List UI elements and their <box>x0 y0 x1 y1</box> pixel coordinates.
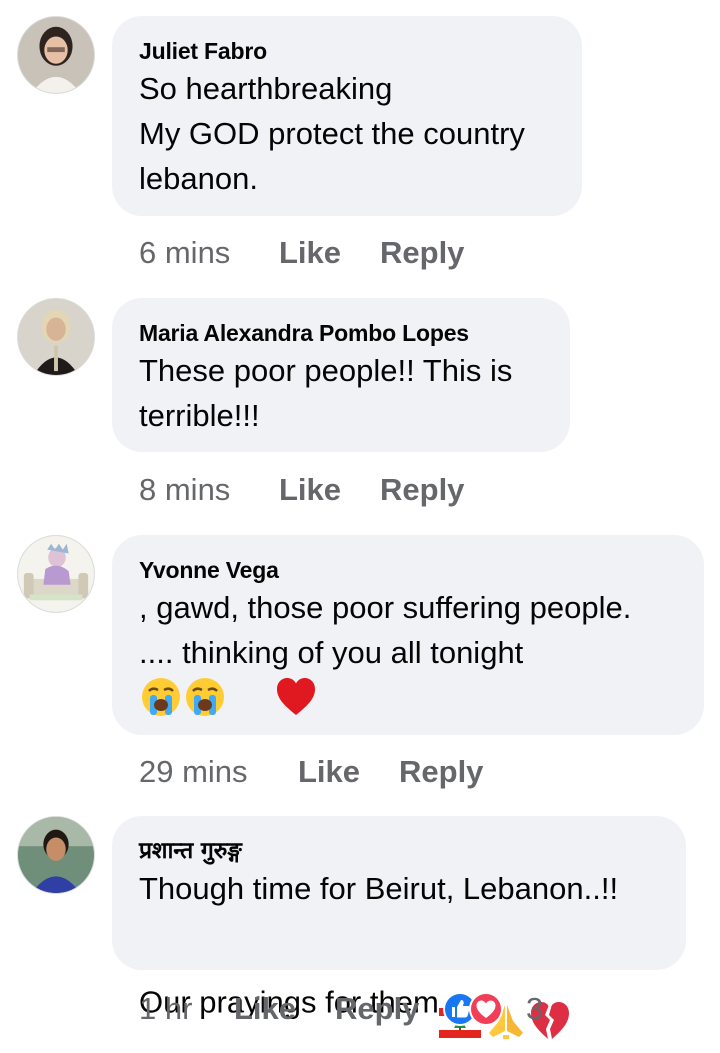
avatar[interactable] <box>17 816 95 894</box>
reply-button[interactable]: Reply <box>380 470 464 510</box>
comment-author[interactable]: प्रशान्त गुरुङ्ग <box>139 836 660 866</box>
comment-bubble: Yvonne Vega , gawd, those poor suffering… <box>112 535 704 735</box>
comment-text: These poor people!! This is terrible!!! <box>139 353 513 433</box>
comment-time[interactable]: 8 mins <box>139 470 230 510</box>
comment-time[interactable]: 1 hr <box>139 989 192 1029</box>
reply-button[interactable]: Reply <box>380 233 464 273</box>
reply-button[interactable]: Reply <box>399 752 483 792</box>
like-button[interactable]: Like <box>234 989 296 1029</box>
comment-bubble: Juliet Fabro So hearthbreaking My GOD pr… <box>112 16 582 216</box>
comment-text: , gawd, those poor suffering people. ...… <box>139 590 632 670</box>
comment-author[interactable]: Maria Alexandra Pombo Lopes <box>139 318 544 348</box>
like-button[interactable]: Like <box>279 233 341 273</box>
comment-time[interactable]: 6 mins <box>139 233 230 273</box>
like-button[interactable]: Like <box>279 470 341 510</box>
comment-author[interactable]: Yvonne Vega <box>139 555 678 585</box>
avatar[interactable] <box>17 535 95 613</box>
comment-author[interactable]: Juliet Fabro <box>139 36 556 66</box>
crying-face-icon <box>183 675 227 724</box>
comment-text: Our prayings for them <box>139 911 660 1053</box>
comment-time[interactable]: 29 mins <box>139 752 248 792</box>
love-reaction-icon <box>468 991 504 1032</box>
reaction-count: 3 <box>526 991 544 1026</box>
reply-button[interactable]: Reply <box>335 989 419 1029</box>
comment-text: So hearthbreaking My GOD protect the cou… <box>139 71 525 196</box>
comment-bubble: Maria Alexandra Pombo Lopes These poor p… <box>112 298 570 452</box>
crying-face-icon <box>139 675 183 724</box>
red-heart-icon <box>275 677 317 722</box>
avatar[interactable] <box>17 16 95 94</box>
comment-bubble: प्रशान्त गुरुङ्ग Though time for Beirut,… <box>112 816 686 1039</box>
comment-text: Though time for Beirut, Lebanon..!! <box>139 871 619 906</box>
avatar[interactable] <box>17 298 95 376</box>
emoji-row <box>139 675 678 721</box>
like-button[interactable]: Like <box>298 752 360 792</box>
